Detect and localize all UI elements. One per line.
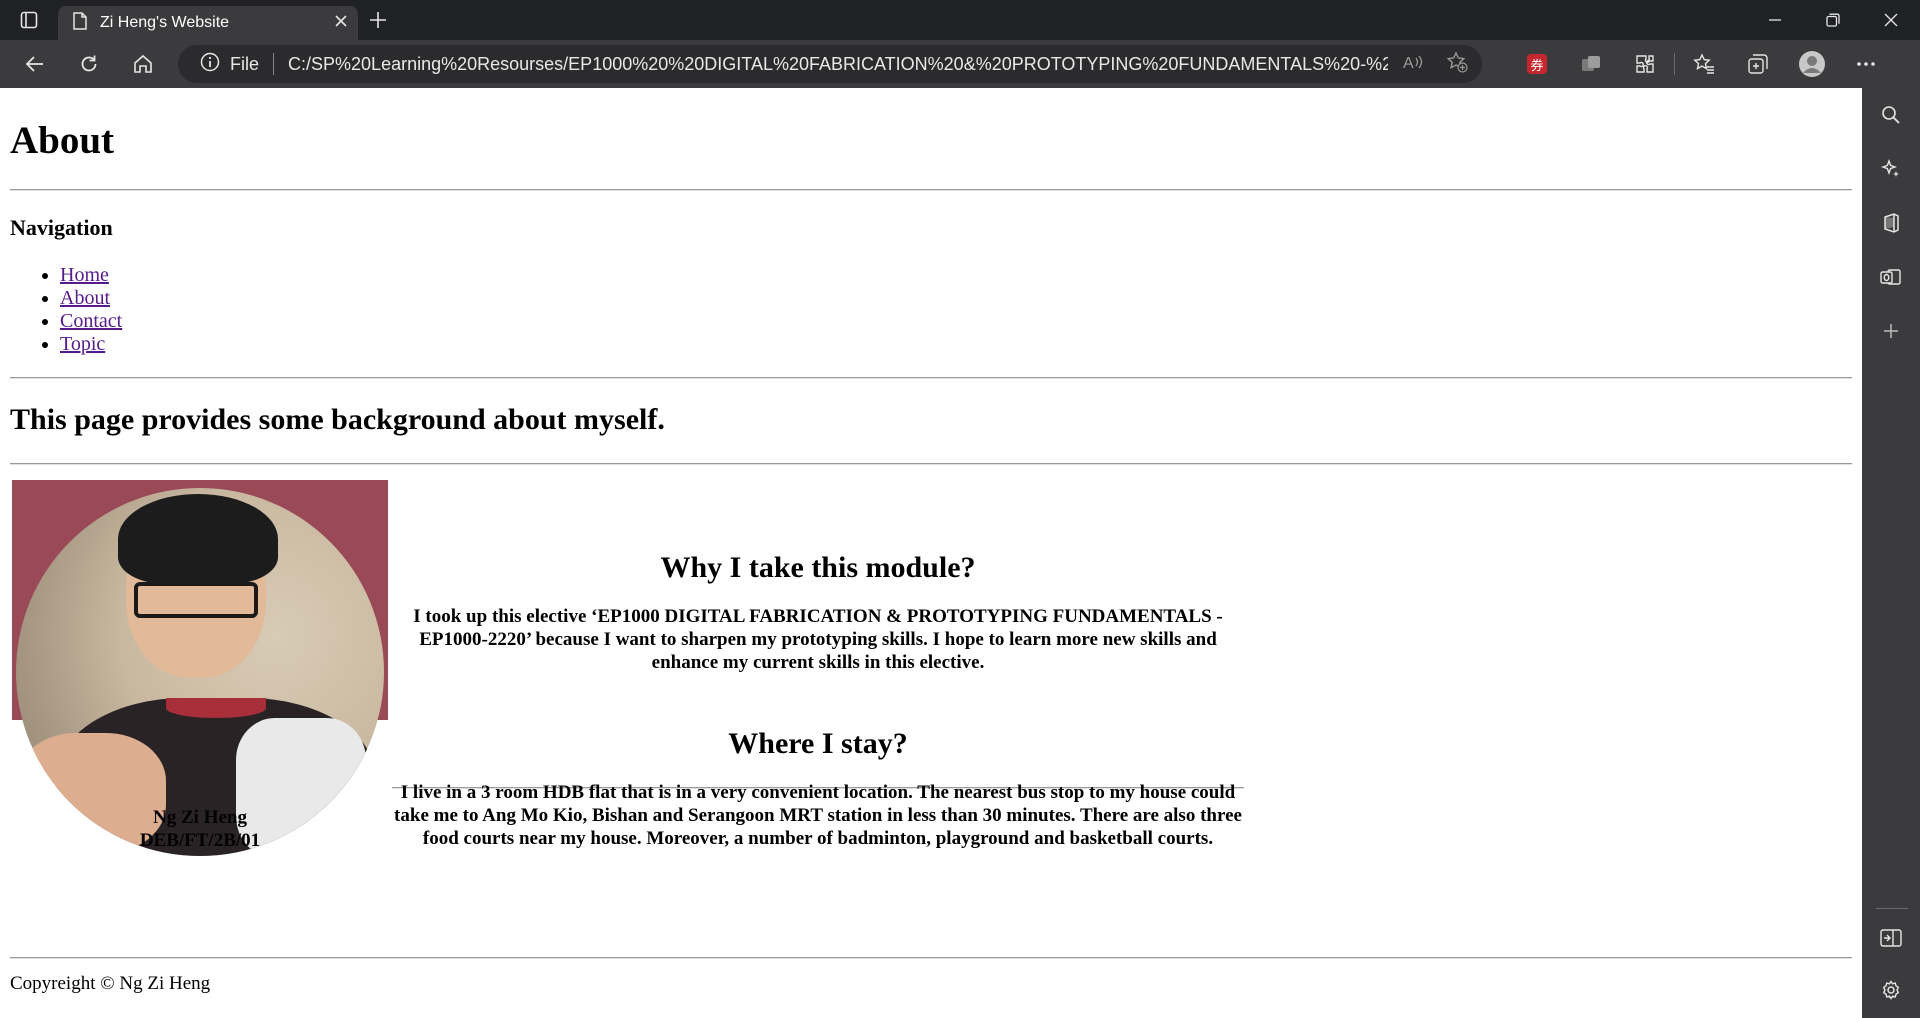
url-text[interactable]: C:/SP%20Learning%20Resourses/EP1000%20%2… bbox=[288, 54, 1388, 75]
add-favorite-icon[interactable] bbox=[1446, 50, 1468, 78]
tab-actions-icon[interactable] bbox=[0, 0, 58, 40]
file-label: File bbox=[230, 53, 260, 74]
photo-hair bbox=[118, 494, 278, 584]
list-item: Home bbox=[60, 264, 122, 287]
new-tab-icon[interactable] bbox=[358, 0, 398, 40]
page-title: About bbox=[10, 119, 115, 162]
caption-name: Ng Zi Heng bbox=[153, 807, 247, 828]
address-separator bbox=[273, 53, 275, 75]
divider bbox=[10, 377, 1852, 379]
office-icon[interactable] bbox=[1862, 203, 1920, 243]
divider bbox=[10, 957, 1852, 959]
home-icon[interactable] bbox=[116, 40, 170, 88]
settings-icon[interactable] bbox=[1862, 970, 1920, 1010]
back-icon[interactable] bbox=[8, 40, 62, 88]
window-close-icon[interactable] bbox=[1862, 0, 1920, 40]
web-page: About Navigation Home About Contact Topi… bbox=[0, 88, 1862, 1018]
copilot-icon[interactable] bbox=[1862, 149, 1920, 189]
extension-icon[interactable] bbox=[1564, 40, 1618, 88]
info-icon[interactable] bbox=[200, 52, 220, 77]
divider bbox=[10, 463, 1852, 465]
nav-link-topic[interactable]: Topic bbox=[60, 333, 105, 355]
section-why-title: Why I take this module? bbox=[660, 551, 976, 584]
section-where: Where I stay? I live in a 3 room HDB fla… bbox=[392, 727, 1244, 850]
minimize-icon[interactable] bbox=[1746, 0, 1804, 40]
search-icon[interactable] bbox=[1862, 95, 1920, 135]
intro-heading: This page provides some background about… bbox=[10, 403, 665, 436]
coupon-icon[interactable]: 券 bbox=[1510, 40, 1564, 88]
section-where-text: I live in a 3 room HDB flat that is in a… bbox=[394, 782, 1242, 849]
close-icon[interactable] bbox=[334, 14, 348, 33]
nav-link-about[interactable]: About bbox=[60, 287, 110, 309]
profile-icon[interactable] bbox=[1785, 40, 1839, 88]
navigation-list: Home About Contact Topic bbox=[0, 264, 122, 356]
coupon-glyph: 券 bbox=[1527, 54, 1547, 74]
photo-circle bbox=[16, 488, 384, 856]
extensions-icon[interactable] bbox=[1618, 40, 1672, 88]
address-bar[interactable]: File C:/SP%20Learning%20Resourses/EP1000… bbox=[178, 45, 1482, 83]
photo-caption: Ng Zi Heng DEB/FT/2B/01 bbox=[12, 806, 388, 852]
add-icon[interactable] bbox=[1862, 311, 1920, 351]
nav-link-contact[interactable]: Contact bbox=[60, 310, 122, 332]
read-aloud-icon[interactable]: A bbox=[1402, 53, 1424, 76]
list-item: Topic bbox=[60, 333, 122, 356]
favorites-icon[interactable] bbox=[1677, 40, 1731, 88]
caption-class: DEB/FT/2B/01 bbox=[139, 830, 261, 851]
more-icon[interactable] bbox=[1839, 40, 1893, 88]
tab-bar: Zi Heng's Website bbox=[0, 0, 1920, 40]
section-why-text: I took up this elective ‘EP1000 DIGITAL … bbox=[413, 606, 1223, 673]
divider bbox=[10, 189, 1852, 191]
toolbar-separator bbox=[1674, 53, 1675, 75]
footer-copyright: Copyreight © Ng Zi Heng bbox=[10, 973, 211, 994]
browser-tab[interactable]: Zi Heng's Website bbox=[58, 6, 358, 40]
refresh-icon[interactable] bbox=[62, 40, 116, 88]
browser-toolbar: File C:/SP%20Learning%20Resourses/EP1000… bbox=[0, 40, 1920, 88]
page-icon bbox=[72, 11, 88, 35]
edge-sidebar bbox=[1862, 88, 1920, 1018]
outlook-icon[interactable] bbox=[1862, 257, 1920, 297]
svg-text:A: A bbox=[1403, 55, 1414, 71]
nav-link-home[interactable]: Home bbox=[60, 264, 109, 286]
tab-title: Zi Heng's Website bbox=[100, 14, 230, 31]
list-item: Contact bbox=[60, 310, 122, 333]
list-item: About bbox=[60, 287, 122, 310]
section-why: Why I take this module? I took up this e… bbox=[392, 551, 1244, 674]
section-where-title: Where I stay? bbox=[728, 727, 908, 760]
hide-sidebar-icon[interactable] bbox=[1862, 918, 1920, 958]
sidebar-separator bbox=[1876, 908, 1908, 909]
collections-icon[interactable] bbox=[1731, 40, 1785, 88]
restore-icon[interactable] bbox=[1804, 0, 1862, 40]
photo-collar bbox=[166, 698, 266, 718]
profile-photo bbox=[12, 480, 388, 856]
navigation-heading: Navigation bbox=[10, 215, 113, 240]
photo-glasses bbox=[134, 582, 258, 618]
